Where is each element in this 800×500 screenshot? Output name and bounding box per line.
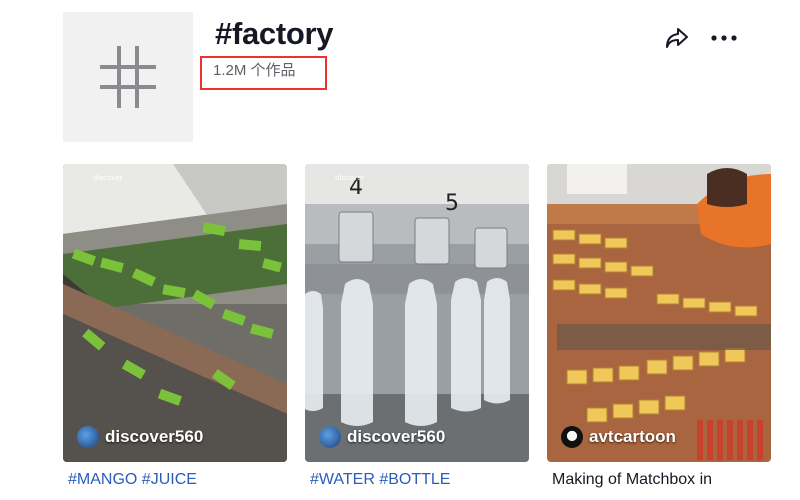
video-caption[interactable]: Making of Matchbox in [552, 470, 712, 490]
avatar [319, 426, 341, 448]
more-button[interactable] [710, 26, 738, 50]
watermark: discover [335, 174, 365, 182]
video-author[interactable]: discover560 [319, 424, 445, 450]
video-caption[interactable]: #WATER #BOTTLE [310, 470, 450, 490]
video-count: 1.2M 个作品 [213, 62, 296, 79]
video-author[interactable]: discover560 [77, 424, 203, 450]
avatar [77, 426, 99, 448]
share-icon [666, 28, 688, 48]
more-icon [711, 35, 737, 41]
video-card-matchbox[interactable]: avtcartoon [547, 164, 771, 462]
author-name: discover560 [105, 427, 204, 446]
author-name: discover560 [347, 427, 446, 446]
video-thumbnail-bottle: 4 5 [305, 164, 529, 462]
video-caption[interactable]: #MANGO #JUICE [68, 470, 197, 490]
video-card-mango-juice[interactable]: discover discover560 [63, 164, 287, 462]
video-thumbnail-matchbox [547, 164, 771, 462]
hashtag-thumbnail [63, 12, 193, 142]
avatar [561, 426, 583, 448]
video-card-water-bottle[interactable]: 4 5 discover discover560 [305, 164, 529, 462]
video-thumbnail-mango [63, 164, 287, 462]
hashtag-icon [100, 46, 156, 108]
author-name: avtcartoon [589, 427, 676, 446]
share-button[interactable] [664, 26, 690, 50]
video-author[interactable]: avtcartoon [561, 424, 676, 450]
scene-number-5: 5 [445, 191, 459, 216]
watermark: discover [93, 174, 123, 182]
hashtag-title: #factory [215, 16, 334, 51]
